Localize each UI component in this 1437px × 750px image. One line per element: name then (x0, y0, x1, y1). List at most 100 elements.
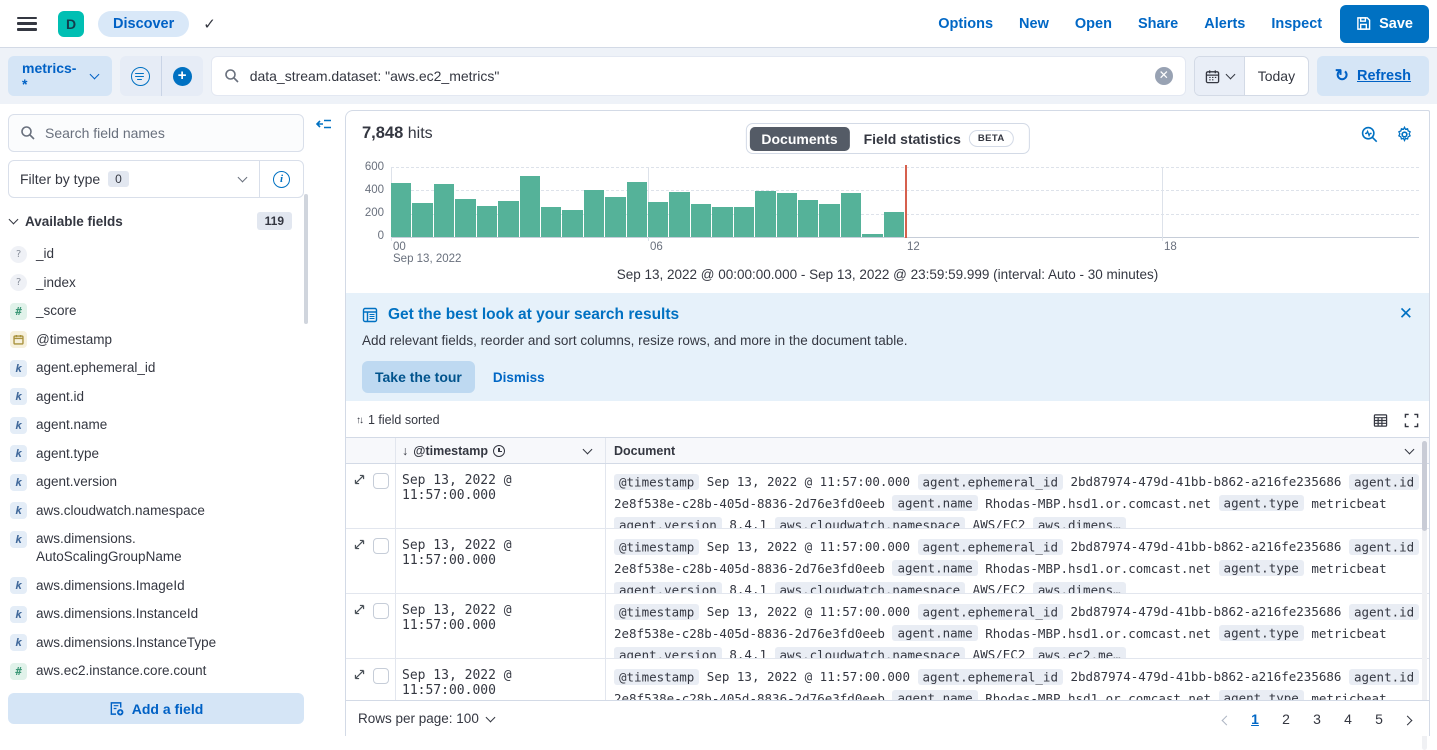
field-item[interactable]: kaws.​dimensions.​InstanceId (8, 600, 304, 629)
field-item[interactable]: kaws.​dimensions.​ImageId (8, 572, 304, 601)
histogram-bar[interactable] (734, 207, 754, 237)
new-link[interactable]: New (1019, 16, 1049, 32)
histogram-bar[interactable] (541, 207, 561, 237)
rows-per-page-button[interactable]: Rows per page: 100 (358, 711, 494, 726)
row-document[interactable]: @timestamp Sep 13, 2022 @ 11:57:00.000 a… (606, 594, 1429, 658)
row-document[interactable]: @timestamp Sep 13, 2022 @ 11:57:00.000 a… (606, 529, 1429, 593)
field-item[interactable]: kagent.​id (8, 383, 304, 412)
timestamp-column-header[interactable]: ↓ @timestamp (396, 438, 606, 463)
field-item[interactable]: kagent.​type (8, 440, 304, 469)
page-number-2[interactable]: 2 (1274, 707, 1298, 731)
chevron-down-icon[interactable] (583, 444, 593, 454)
collapse-sidebar-icon[interactable] (316, 117, 332, 131)
histogram-bar[interactable] (412, 203, 432, 237)
search-sessions-icon[interactable] (1361, 126, 1378, 143)
histogram-bar[interactable] (391, 183, 411, 237)
expand-row-icon[interactable] (353, 603, 366, 616)
field-item[interactable]: kagent.​ephemeral_id (8, 354, 304, 383)
histogram-bar[interactable] (477, 206, 497, 237)
take-the-tour-button[interactable]: Take the tour (362, 361, 475, 393)
menu-icon[interactable] (17, 17, 37, 31)
histogram-bar[interactable] (884, 212, 904, 237)
histogram-bar[interactable] (755, 191, 775, 237)
histogram-plot-area[interactable] (391, 167, 1419, 237)
document-column-header[interactable]: Document (606, 438, 1429, 463)
sort-fields-button[interactable]: ↑↓ 1 field sorted (356, 413, 440, 427)
close-icon[interactable]: ✕ (1399, 304, 1413, 324)
inspect-link[interactable]: Inspect (1271, 16, 1322, 32)
open-link[interactable]: Open (1075, 16, 1112, 32)
chevron-down-icon[interactable] (1405, 444, 1415, 454)
row-document[interactable]: @timestamp Sep 13, 2022 @ 11:57:00.000 a… (606, 659, 1429, 700)
fullscreen-icon[interactable] (1404, 413, 1419, 428)
sidebar-scrollbar[interactable] (304, 194, 308, 324)
expand-row-icon[interactable] (353, 668, 366, 681)
add-filter-button[interactable]: + (162, 56, 203, 96)
row-document[interactable]: @timestamp Sep 13, 2022 @ 11:57:00.000 a… (606, 464, 1429, 528)
histogram-bar[interactable] (627, 182, 647, 237)
histogram-bar[interactable] (605, 197, 625, 237)
page-number-4[interactable]: 4 (1336, 707, 1360, 731)
query-input[interactable]: data_stream.dataset: "aws.ec2_metrics" ✕ (211, 56, 1186, 96)
field-item[interactable]: kaws.​cloudwatch.​namespace (8, 497, 304, 526)
alerts-link[interactable]: Alerts (1204, 16, 1245, 32)
field-item[interactable]: kagent.​name (8, 411, 304, 440)
histogram-bar[interactable] (648, 202, 668, 237)
tab-documents[interactable]: Documents (749, 127, 849, 151)
check-icon[interactable]: ✓ (203, 15, 216, 33)
data-view-picker[interactable]: metrics-* (8, 56, 112, 96)
histogram-bar[interactable] (669, 192, 689, 238)
field-item[interactable]: kaws.​dimensions.​AutoScalingGroupName (8, 525, 304, 572)
row-checkbox[interactable] (373, 538, 389, 554)
page-number-1[interactable]: 1 (1243, 707, 1267, 731)
histogram-bar[interactable] (798, 200, 818, 237)
share-link[interactable]: Share (1138, 16, 1178, 32)
add-field-button[interactable]: Add a field (8, 693, 304, 724)
field-search-input[interactable]: Search field names (8, 114, 304, 152)
row-checkbox[interactable] (373, 473, 389, 489)
histogram-bar[interactable] (434, 184, 454, 237)
breadcrumb[interactable]: Discover (98, 11, 189, 37)
page-number-3[interactable]: 3 (1305, 707, 1329, 731)
field-item[interactable]: @timestamp (8, 326, 304, 355)
expand-row-icon[interactable] (353, 473, 366, 486)
row-checkbox[interactable] (373, 668, 389, 684)
histogram-bar[interactable] (841, 193, 861, 237)
histogram-bar[interactable] (562, 210, 582, 237)
date-quick-select-button[interactable] (1195, 57, 1245, 95)
tab-field-statistics[interactable]: Field statistics BETA (852, 126, 1026, 151)
histogram-bar[interactable] (777, 193, 797, 237)
field-item[interactable]: ?_index (8, 269, 304, 298)
space-avatar[interactable]: D (58, 11, 84, 37)
histogram-bar[interactable] (712, 207, 732, 237)
saved-query-menu-button[interactable] (120, 56, 161, 96)
field-item[interactable]: kagent.​version (8, 468, 304, 497)
histogram-bar[interactable] (455, 199, 475, 237)
field-item[interactable]: ?_id (8, 240, 304, 269)
expand-row-icon[interactable] (353, 538, 366, 551)
clear-query-icon[interactable]: ✕ (1155, 67, 1173, 85)
display-options-icon[interactable] (1373, 413, 1388, 428)
options-link[interactable]: Options (938, 16, 993, 32)
histogram-bar[interactable] (862, 234, 882, 237)
histogram-bar[interactable] (691, 204, 711, 237)
row-checkbox[interactable] (373, 603, 389, 619)
available-fields-header[interactable]: Available fields 119 (8, 212, 304, 230)
page-number-5[interactable]: 5 (1367, 707, 1391, 731)
field-item[interactable]: kaws.​dimensions.​InstanceType (8, 629, 304, 658)
field-item[interactable]: #aws.​ec2.​instance.​core.​count (8, 657, 304, 686)
histogram-bar[interactable] (520, 176, 540, 237)
filter-by-type-select[interactable]: Filter by type 0 i (8, 160, 304, 198)
previous-page-icon[interactable] (1217, 711, 1236, 727)
histogram-bar[interactable] (819, 204, 839, 237)
next-page-icon[interactable] (1398, 711, 1417, 727)
dismiss-link[interactable]: Dismiss (493, 370, 545, 385)
info-icon[interactable]: i (273, 171, 290, 188)
date-range-label[interactable]: Today (1245, 68, 1308, 84)
histogram-bar[interactable] (584, 190, 604, 237)
gear-icon[interactable] (1396, 126, 1413, 143)
save-button[interactable]: Save (1340, 5, 1429, 43)
refresh-button[interactable]: ↻ Refresh (1317, 56, 1429, 96)
histogram-bar[interactable] (498, 201, 518, 237)
field-item[interactable]: #_score (8, 297, 304, 326)
